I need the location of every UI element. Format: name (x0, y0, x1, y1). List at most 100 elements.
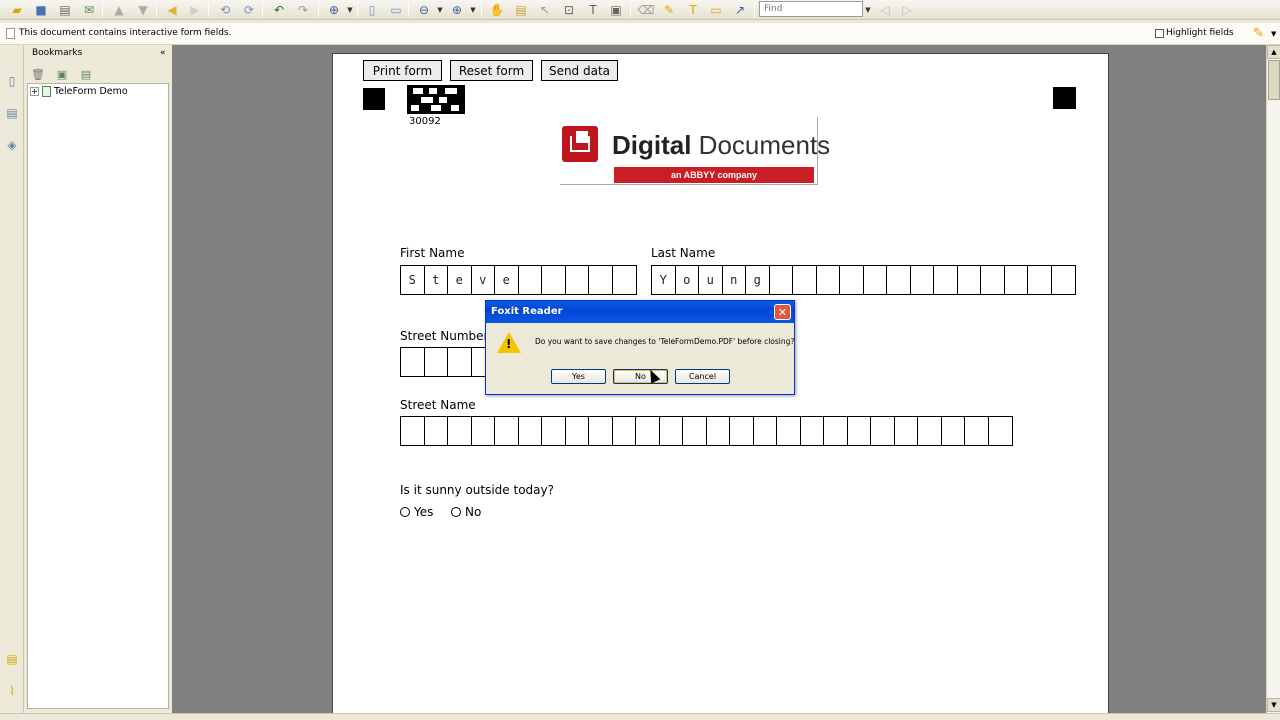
fit-page-icon[interactable]: ▯ (363, 1, 381, 18)
street-name-field[interactable] (400, 416, 1013, 446)
radio-circle-icon[interactable] (451, 507, 461, 517)
bookmarks-panel-icon[interactable]: ▯ (4, 73, 20, 89)
char-cell[interactable] (934, 266, 958, 294)
char-cell[interactable] (495, 417, 519, 445)
rotate-left-icon[interactable]: ⟲ (216, 1, 234, 18)
zoom-out-icon[interactable]: ⊖ (415, 1, 433, 18)
scroll-up-icon[interactable]: ▲ (1267, 45, 1280, 59)
comment-icon[interactable]: ▭ (707, 1, 725, 18)
char-cell[interactable] (472, 417, 495, 445)
char-cell[interactable] (566, 266, 589, 294)
char-cell[interactable] (824, 417, 848, 445)
char-cell[interactable]: v (472, 266, 495, 294)
char-cell[interactable] (911, 266, 934, 294)
save-icon[interactable]: ■ (32, 1, 50, 18)
char-cell[interactable] (425, 417, 448, 445)
highlight-dropdown-icon[interactable]: ▼ (1271, 30, 1276, 38)
answer-yes-radio[interactable]: Yes (400, 505, 433, 519)
new-bookmark-icon[interactable]: ▣ (54, 66, 70, 82)
collapse-panel-icon[interactable]: « (160, 48, 166, 58)
char-cell[interactable] (613, 417, 636, 445)
char-cell[interactable]: Y (652, 266, 676, 294)
char-cell[interactable]: u (699, 266, 723, 294)
hand-tool-icon[interactable]: ✋ (488, 1, 506, 18)
no-button[interactable]: No (613, 369, 668, 384)
print-form-button[interactable]: Print form (363, 60, 442, 81)
pages-panel-icon[interactable]: ▤ (4, 105, 20, 121)
eraser-icon[interactable]: ⌫ (637, 1, 655, 18)
back-icon[interactable]: ◀ (163, 1, 181, 18)
char-cell[interactable] (989, 417, 1013, 445)
rotate-right-icon[interactable]: ⟳ (240, 1, 258, 18)
char-cell[interactable]: S (401, 266, 425, 294)
char-cell[interactable]: o (676, 266, 699, 294)
highlight-fields-checkbox[interactable]: Highlight fields (1155, 28, 1234, 38)
bookmark-item-teleform-demo[interactable]: + TeleForm Demo (30, 86, 128, 97)
attachments-panel-icon[interactable]: ⌇ (4, 683, 20, 699)
bookmark-properties-icon[interactable]: ▤ (78, 66, 94, 82)
char-cell[interactable] (566, 417, 589, 445)
char-cell[interactable] (730, 417, 754, 445)
char-cell[interactable] (448, 348, 472, 376)
comments-panel-icon[interactable]: ▤ (4, 651, 20, 667)
char-cell[interactable] (589, 417, 613, 445)
char-cell[interactable] (793, 266, 817, 294)
char-cell[interactable] (519, 266, 542, 294)
select-text-icon[interactable]: ▤ (512, 1, 530, 18)
char-cell[interactable] (425, 348, 448, 376)
zoom-in-dropdown-icon[interactable]: ▼ (469, 1, 477, 18)
char-cell[interactable]: n (723, 266, 746, 294)
char-cell[interactable] (636, 417, 660, 445)
char-cell[interactable] (840, 266, 864, 294)
char-cell[interactable]: e (448, 266, 472, 294)
last-name-field[interactable]: Young (651, 265, 1076, 295)
find-previous-icon[interactable]: ◁ (876, 1, 894, 18)
scrollbar-thumb[interactable] (1268, 60, 1280, 100)
char-cell[interactable] (887, 266, 911, 294)
redo-icon[interactable]: ↷ (294, 1, 312, 18)
print-icon[interactable]: ▤ (56, 1, 74, 18)
char-cell[interactable]: e (495, 266, 519, 294)
char-cell[interactable]: t (425, 266, 448, 294)
previous-page-icon[interactable]: ▼ (134, 1, 152, 18)
expand-icon[interactable]: + (30, 87, 39, 96)
snapshot-icon[interactable]: ⊡ (560, 1, 578, 18)
select-icon[interactable]: ↖ (536, 1, 554, 18)
char-cell[interactable] (848, 417, 871, 445)
char-cell[interactable] (981, 266, 1005, 294)
char-cell[interactable] (817, 266, 840, 294)
forward-icon[interactable]: ▶ (186, 1, 204, 18)
send-data-button[interactable]: Send data (541, 60, 618, 81)
char-cell[interactable] (401, 348, 425, 376)
zoom-in-icon[interactable]: ⊕ (448, 1, 466, 18)
char-cell[interactable] (864, 266, 887, 294)
char-cell[interactable]: g (746, 266, 770, 294)
arrow-icon[interactable]: ↗ (731, 1, 749, 18)
char-cell[interactable] (958, 266, 981, 294)
char-cell[interactable] (1005, 266, 1028, 294)
dialog-titlebar[interactable]: Foxit Reader ✕ (486, 301, 794, 323)
char-cell[interactable] (965, 417, 989, 445)
char-cell[interactable] (542, 417, 566, 445)
vertical-scrollbar[interactable]: ▲ ▼ (1266, 45, 1280, 713)
char-cell[interactable] (589, 266, 613, 294)
find-dropdown-icon[interactable]: ▼ (864, 1, 872, 18)
zoom-dropdown-icon[interactable]: ▼ (346, 1, 354, 18)
first-name-field[interactable]: Steve (400, 265, 637, 295)
radio-circle-icon[interactable] (400, 507, 410, 517)
note-icon[interactable]: ✎ (660, 1, 678, 18)
char-cell[interactable] (871, 417, 895, 445)
cancel-button[interactable]: Cancel (675, 369, 730, 384)
char-cell[interactable] (777, 417, 801, 445)
fit-width-icon[interactable]: ▭ (387, 1, 405, 18)
yes-button[interactable]: Yes (551, 369, 606, 384)
char-cell[interactable] (542, 266, 566, 294)
char-cell[interactable] (519, 417, 542, 445)
char-cell[interactable] (754, 417, 777, 445)
layers-panel-icon[interactable]: ◈ (4, 137, 20, 153)
reset-form-button[interactable]: Reset form (450, 60, 533, 81)
char-cell[interactable] (613, 266, 637, 294)
scroll-down-icon[interactable]: ▼ (1267, 698, 1280, 712)
find-next-icon[interactable]: ▷ (898, 1, 916, 18)
char-cell[interactable] (770, 266, 793, 294)
